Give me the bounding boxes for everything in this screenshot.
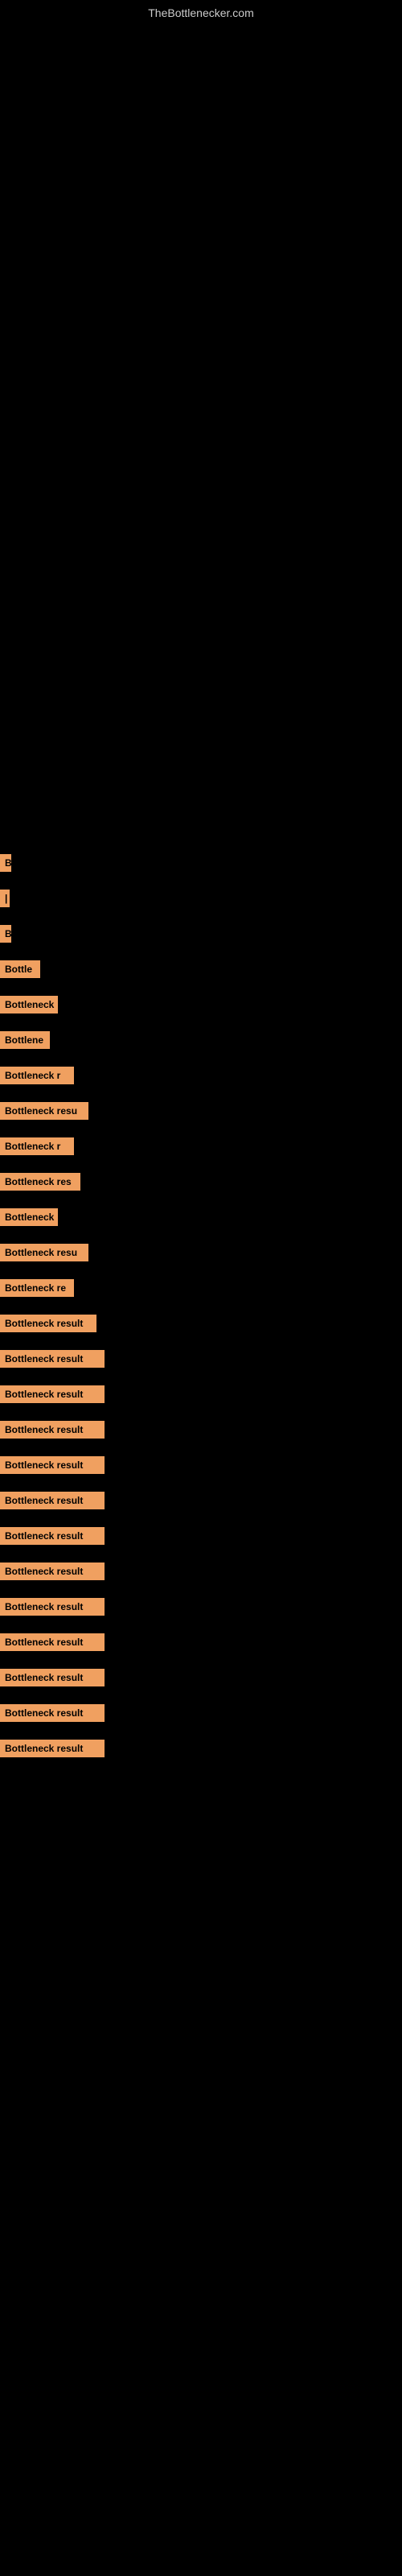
bottleneck-result-label: Bottleneck result — [0, 1315, 96, 1332]
bottleneck-result-label: Bottleneck r — [0, 1067, 74, 1084]
bottleneck-result-label: Bottleneck — [0, 996, 58, 1013]
list-item: Bottleneck result — [0, 1306, 402, 1341]
bottleneck-result-label: Bottleneck result — [0, 1563, 105, 1580]
bottleneck-result-label: Bottlene — [0, 1031, 50, 1049]
bottleneck-result-label: Bottleneck result — [0, 1704, 105, 1722]
list-item: Bottleneck resu — [0, 1093, 402, 1129]
list-item: Bottleneck result — [0, 1660, 402, 1695]
bottleneck-items-list: B | B Bottle Bottleneck Bottlene Bottleneck r B… — [0, 845, 402, 1766]
bottleneck-result-label: Bottleneck result — [0, 1350, 105, 1368]
bottleneck-result-label: B — [0, 854, 11, 872]
list-item: Bottle — [0, 952, 402, 987]
bottleneck-result-label: Bottleneck result — [0, 1385, 105, 1403]
bottleneck-result-label: Bottleneck result — [0, 1633, 105, 1651]
list-item: Bottleneck res — [0, 1164, 402, 1199]
bottleneck-result-label: | — [0, 890, 10, 907]
list-item: | — [0, 881, 402, 916]
list-item: Bottleneck r — [0, 1058, 402, 1093]
bottleneck-result-label: Bottleneck result — [0, 1456, 105, 1474]
list-item: Bottleneck result — [0, 1483, 402, 1518]
list-item: Bottleneck result — [0, 1554, 402, 1589]
bottleneck-result-label: Bottle — [0, 960, 40, 978]
list-item: B — [0, 916, 402, 952]
list-item: Bottleneck result — [0, 1624, 402, 1660]
bottleneck-result-label: Bottleneck result — [0, 1527, 105, 1545]
bottleneck-result-label: Bottleneck result — [0, 1492, 105, 1509]
site-title: TheBottlenecker.com — [0, 0, 402, 26]
bottleneck-result-label: Bottleneck res — [0, 1173, 80, 1191]
list-item: Bottleneck result — [0, 1731, 402, 1766]
list-item: Bottleneck result — [0, 1377, 402, 1412]
list-item: Bottleneck — [0, 987, 402, 1022]
list-item: Bottleneck result — [0, 1447, 402, 1483]
bottleneck-result-label: Bottleneck resu — [0, 1102, 88, 1120]
list-item: Bottleneck r — [0, 1129, 402, 1164]
list-item: Bottleneck re — [0, 1270, 402, 1306]
bottleneck-result-label: Bottleneck — [0, 1208, 58, 1226]
bottleneck-result-label: Bottleneck result — [0, 1740, 105, 1757]
list-item: Bottleneck result — [0, 1518, 402, 1554]
bottleneck-result-label: Bottleneck re — [0, 1279, 74, 1297]
list-item: Bottleneck result — [0, 1412, 402, 1447]
list-item: Bottlene — [0, 1022, 402, 1058]
bottleneck-result-label: Bottleneck result — [0, 1669, 105, 1686]
bottleneck-result-label: Bottleneck result — [0, 1421, 105, 1439]
list-item: Bottleneck resu — [0, 1235, 402, 1270]
list-item: Bottleneck result — [0, 1589, 402, 1624]
bottleneck-result-label: Bottleneck result — [0, 1598, 105, 1616]
bottleneck-result-label: Bottleneck resu — [0, 1244, 88, 1261]
list-item: Bottleneck result — [0, 1341, 402, 1377]
list-item: Bottleneck — [0, 1199, 402, 1235]
list-item: Bottleneck result — [0, 1695, 402, 1731]
bottleneck-result-label: B — [0, 925, 11, 943]
list-item: B — [0, 845, 402, 881]
bottleneck-result-label: Bottleneck r — [0, 1137, 74, 1155]
